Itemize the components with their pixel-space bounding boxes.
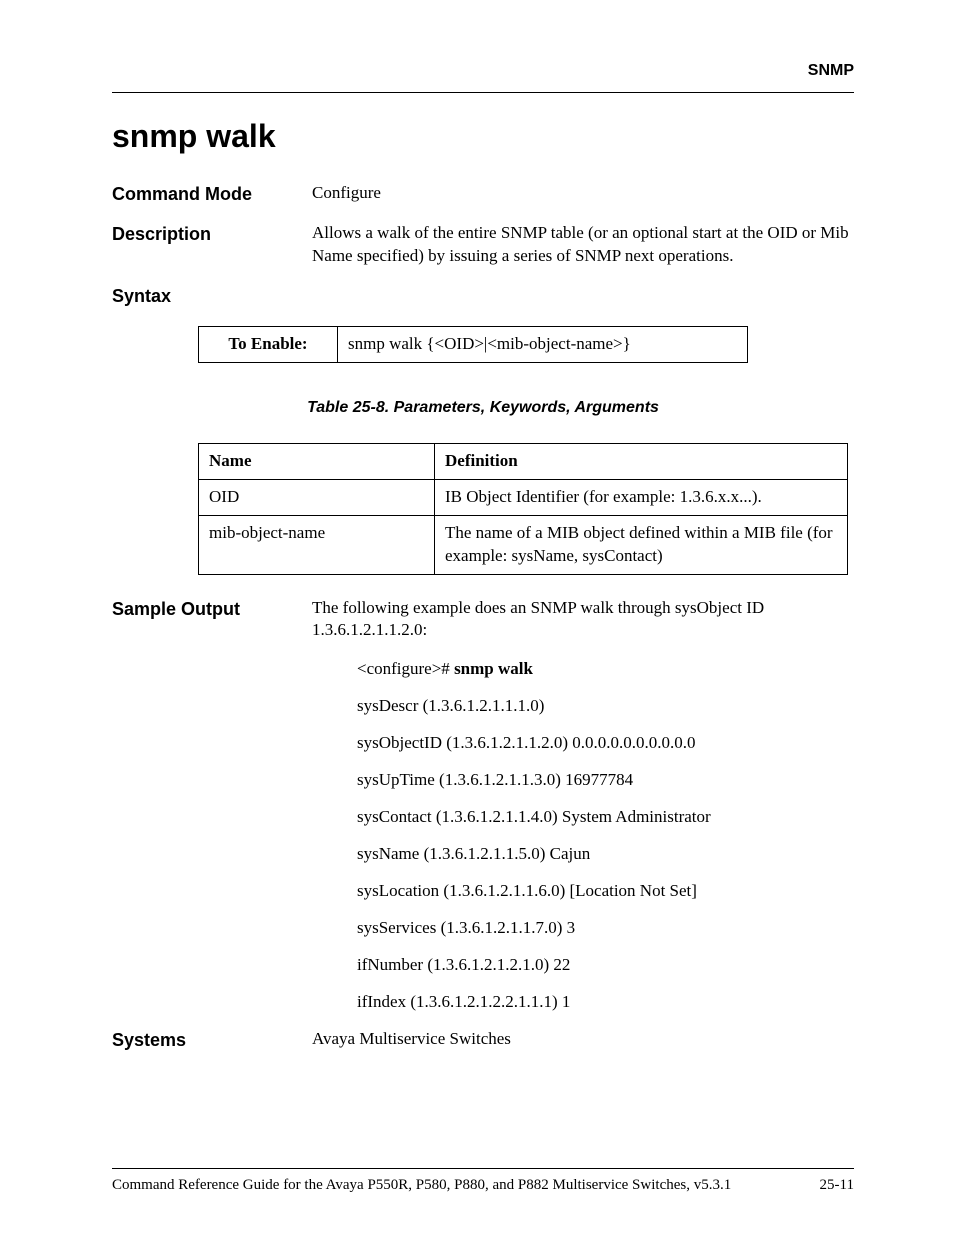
params-table: Name Definition OID IB Object Identifier… (198, 443, 848, 575)
table-row: mib-object-name The name of a MIB object… (199, 515, 848, 574)
label-sample-output: Sample Output (112, 597, 312, 643)
sample-prompt-cmd: snmp walk (454, 659, 533, 678)
param-def: The name of a MIB object defined within … (435, 515, 848, 574)
sample-output-line: sysName (1.3.6.1.2.1.1.5.0) Cajun (357, 843, 854, 866)
sample-prompt-prefix: <configure># (357, 659, 454, 678)
footer-left: Command Reference Guide for the Avaya P5… (112, 1175, 731, 1195)
syntax-to-enable-label: To Enable: (199, 327, 338, 363)
sample-output-line: sysDescr (1.3.6.1.2.1.1.1.0) (357, 695, 854, 718)
label-description: Description (112, 222, 312, 268)
value-systems: Avaya Multiservice Switches (312, 1028, 854, 1052)
row-systems: Systems Avaya Multiservice Switches (112, 1028, 854, 1052)
row-command-mode: Command Mode Configure (112, 182, 854, 206)
syntax-table-wrap: To Enable: snmp walk {<OID>|<mib-object-… (198, 326, 854, 363)
row-sample-output: Sample Output The following example does… (112, 597, 854, 643)
sample-output-line: sysObjectID (1.3.6.1.2.1.1.2.0) 0.0.0.0.… (357, 732, 854, 755)
footer-right: 25-11 (820, 1175, 854, 1195)
syntax-table: To Enable: snmp walk {<OID>|<mib-object-… (198, 326, 748, 363)
syntax-to-enable-value: snmp walk {<OID>|<mib-object-name>} (338, 327, 748, 363)
sample-output-line: ifNumber (1.3.6.1.2.1.2.1.0) 22 (357, 954, 854, 977)
page-footer: Command Reference Guide for the Avaya P5… (112, 1168, 854, 1195)
param-def: IB Object Identifier (for example: 1.3.6… (435, 479, 848, 515)
table-row: OID IB Object Identifier (for example: 1… (199, 479, 848, 515)
value-command-mode: Configure (312, 182, 854, 206)
page: SNMP snmp walk Command Mode Configure De… (0, 0, 954, 1235)
chapter-header: SNMP (112, 60, 854, 82)
param-name: mib-object-name (199, 515, 435, 574)
label-syntax: Syntax (112, 284, 854, 308)
sample-output-line: sysContact (1.3.6.1.2.1.1.4.0) System Ad… (357, 806, 854, 829)
value-sample-output-intro: The following example does an SNMP walk … (312, 597, 854, 643)
label-systems: Systems (112, 1028, 312, 1052)
sample-output-block: <configure># snmp walk sysDescr (1.3.6.1… (357, 658, 854, 1013)
sample-prompt-line: <configure># snmp walk (357, 658, 854, 681)
sample-output-line: sysLocation (1.3.6.1.2.1.1.6.0) [Locatio… (357, 880, 854, 903)
params-header-name: Name (199, 443, 435, 479)
header-rule (112, 92, 854, 93)
sample-output-line: ifIndex (1.3.6.1.2.1.2.2.1.1.1) 1 (357, 991, 854, 1014)
params-table-caption: Table 25-8. Parameters, Keywords, Argume… (112, 397, 854, 419)
label-command-mode: Command Mode (112, 182, 312, 206)
value-description: Allows a walk of the entire SNMP table (… (312, 222, 854, 268)
sample-output-line: sysUpTime (1.3.6.1.2.1.1.3.0) 16977784 (357, 769, 854, 792)
param-name: OID (199, 479, 435, 515)
params-header-def: Definition (435, 443, 848, 479)
sample-output-line: sysServices (1.3.6.1.2.1.1.7.0) 3 (357, 917, 854, 940)
row-description: Description Allows a walk of the entire … (112, 222, 854, 268)
params-table-wrap: Name Definition OID IB Object Identifier… (198, 443, 854, 575)
command-title: snmp walk (112, 115, 854, 158)
